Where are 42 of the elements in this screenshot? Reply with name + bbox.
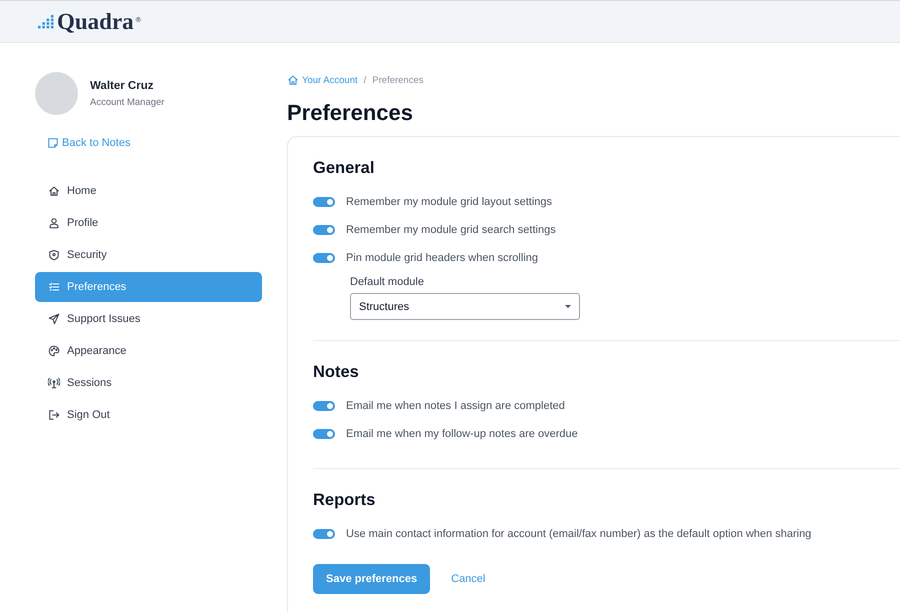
setting-label: Email me when my follow-up notes are overdue	[346, 428, 578, 440]
module-dropdown[interactable]: Structures	[350, 293, 580, 320]
sidebar-item[interactable]: Profile	[35, 208, 262, 238]
setting-label: Email me when notes I assign are completed	[346, 400, 565, 412]
toggle-switch[interactable]	[313, 197, 335, 207]
toggle-switch[interactable]	[313, 225, 335, 235]
section-heading: Notes	[313, 363, 360, 382]
home-icon	[287, 74, 299, 86]
shield-icon	[48, 249, 60, 261]
section-heading: General	[313, 159, 376, 178]
user-name: Walter Cruz	[90, 80, 154, 92]
person-icon	[48, 217, 60, 229]
toggle-switch[interactable]	[313, 401, 335, 411]
setting-label: Pin module grid headers when scrolling	[346, 252, 538, 264]
toggle-switch[interactable]	[313, 429, 335, 439]
setting-label: Remember my module grid search settings	[346, 224, 556, 236]
sidebar-item[interactable]: Home	[35, 176, 262, 206]
sidebar-item[interactable]: Security	[35, 240, 262, 270]
setting-label: Remember my module grid layout settings	[346, 196, 552, 208]
sign-out-icon	[48, 409, 60, 421]
avatar	[35, 72, 78, 115]
field-label: Default module	[350, 276, 425, 288]
page-title: Preferences	[287, 100, 414, 126]
section-heading: Reports	[313, 491, 376, 510]
setting-label: Use main contact information for account (email/fax number) as the default option when sharing	[346, 528, 812, 540]
note-icon	[47, 137, 59, 149]
sidebar-item[interactable]: Sign Out	[35, 400, 262, 430]
logo-text: Quadra	[57, 8, 134, 34]
sidebar-item[interactable]: Appearance	[35, 336, 262, 366]
breadcrumb-current: Preferences	[372, 74, 424, 86]
antenna-icon	[48, 377, 60, 389]
breadcrumb-separator: /	[364, 74, 366, 86]
sidebar-item[interactable]: Sessions	[35, 368, 262, 398]
bar-dots-icon	[38, 14, 55, 28]
palette-icon	[48, 345, 60, 357]
list-icon	[48, 281, 60, 293]
user-role: Account Manager	[90, 96, 164, 108]
sidebar-item[interactable]: Support Issues	[35, 304, 262, 334]
home-icon	[48, 185, 60, 197]
toggle-switch[interactable]	[313, 253, 335, 263]
toggle-switch[interactable]	[313, 529, 335, 539]
paper-plane-icon	[48, 313, 60, 325]
